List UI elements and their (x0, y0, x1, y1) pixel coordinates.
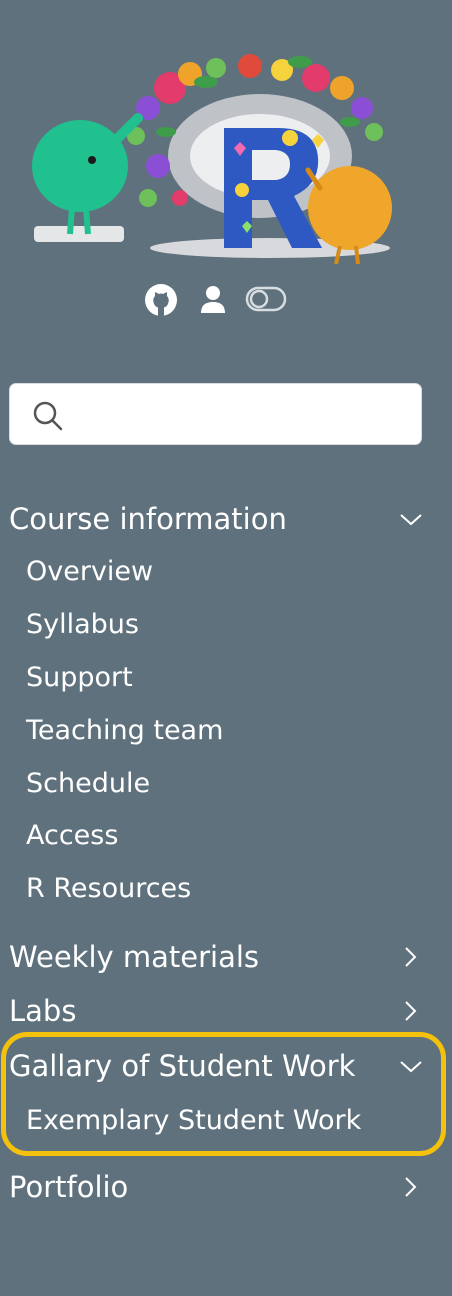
nav-sub-label: Exemplary Student Work (26, 1105, 362, 1136)
chevron-right-icon[interactable] (398, 999, 424, 1023)
person-icon[interactable] (199, 283, 227, 321)
nav-item-access[interactable]: Access (0, 816, 452, 856)
nav-sub-label: Access (26, 820, 119, 851)
chevron-right-icon[interactable] (398, 1175, 424, 1199)
search-icon (32, 400, 64, 436)
nav-weekly-materials[interactable]: Weekly materials (0, 937, 452, 977)
header-icon-row (0, 283, 452, 317)
nav-item-syllabus[interactable]: Syllabus (0, 605, 452, 645)
chevron-down-icon[interactable] (398, 507, 424, 531)
nav-label: Weekly materials (9, 940, 260, 974)
github-icon[interactable] (144, 283, 178, 321)
nav-item-overview[interactable]: Overview (0, 552, 452, 592)
nav-sub-label: Syllabus (26, 609, 139, 640)
nav-sub-label: Teaching team (26, 715, 224, 746)
nav-item-exemplary-student-work[interactable]: Exemplary Student Work (0, 1101, 452, 1141)
search-box[interactable] (9, 383, 422, 445)
chevron-right-icon[interactable] (398, 945, 424, 969)
nav-gallery-of-student-work[interactable]: Gallary of Student Work (0, 1046, 452, 1086)
nav-label: Portfolio (9, 1170, 129, 1204)
toggle-icon[interactable] (245, 283, 287, 321)
nav-item-r-resources[interactable]: R Resources (0, 869, 452, 909)
nav-item-schedule[interactable]: Schedule (0, 764, 452, 804)
nav-course-information[interactable]: Course information (0, 499, 452, 539)
nav-portfolio[interactable]: Portfolio (0, 1167, 452, 1207)
nav-sub-label: Schedule (26, 768, 151, 799)
nav-item-teaching-team[interactable]: Teaching team (0, 711, 452, 751)
course-logo (32, 54, 392, 265)
nav-sub-label: Overview (26, 556, 154, 587)
nav-sub-label: R Resources (26, 873, 192, 904)
nav-sub-label: Support (26, 662, 133, 693)
nav-labs[interactable]: Labs (0, 991, 452, 1031)
nav-label: Gallary of Student Work (9, 1049, 356, 1083)
chevron-down-icon[interactable] (398, 1054, 424, 1078)
nav-item-support[interactable]: Support (0, 658, 452, 698)
nav-label: Course information (9, 502, 287, 536)
search-input[interactable] (66, 394, 410, 436)
nav-label: Labs (9, 994, 77, 1028)
